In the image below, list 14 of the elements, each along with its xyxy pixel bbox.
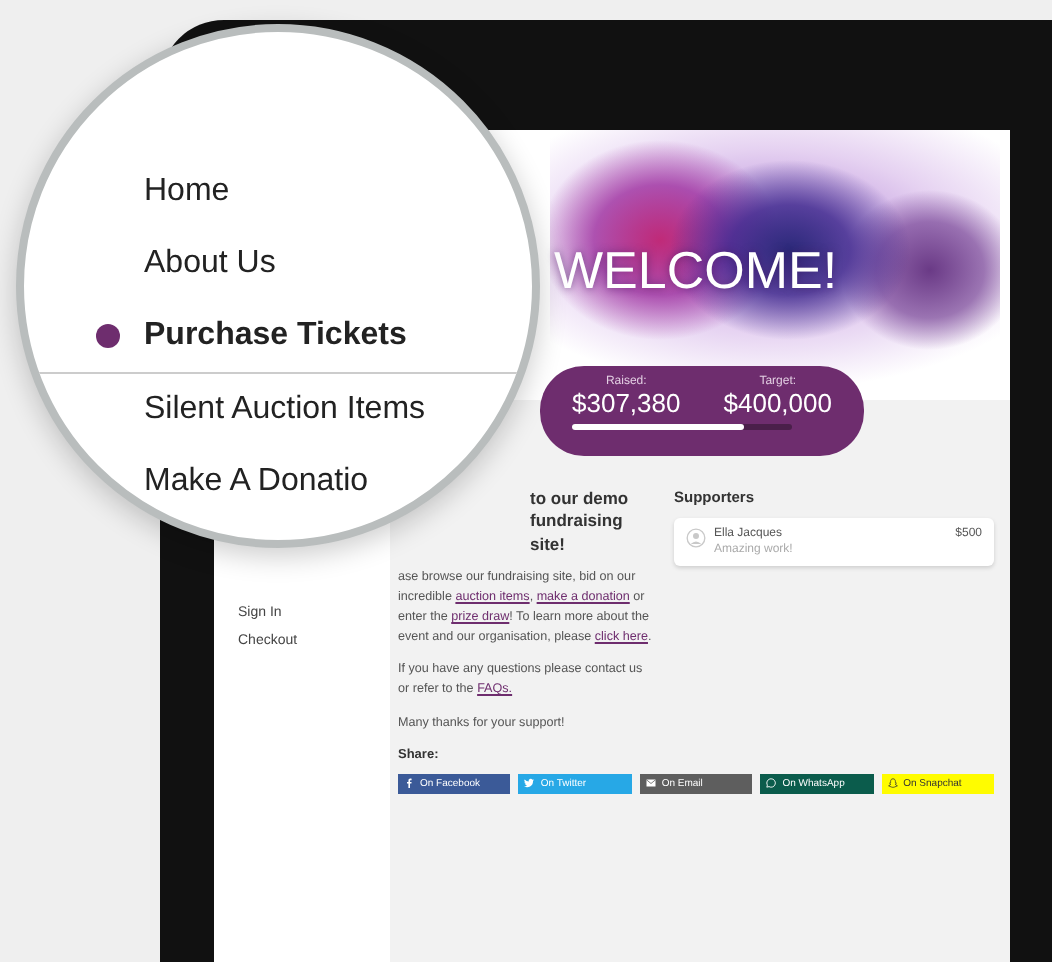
- menu-item[interactable]: Home: [96, 156, 230, 228]
- envelope-icon: [645, 778, 656, 789]
- menu-item[interactable]: Silent Auction Items: [96, 374, 426, 446]
- bird-icon: [524, 778, 535, 789]
- ghost-icon: [887, 778, 898, 789]
- chat-icon: [766, 778, 777, 789]
- intro-heading: to our demo fundraising site!: [530, 488, 631, 557]
- menu-item[interactable]: Purchase Tickets: [96, 300, 407, 372]
- facebook-icon: [404, 778, 414, 789]
- raised-amount: $307,380: [572, 388, 681, 418]
- menu-item[interactable]: About Us: [96, 228, 276, 300]
- target-amount: $400,000: [723, 388, 832, 418]
- menu-item[interactable]: Make A Donatio: [96, 446, 369, 518]
- avatar-icon: [686, 528, 706, 548]
